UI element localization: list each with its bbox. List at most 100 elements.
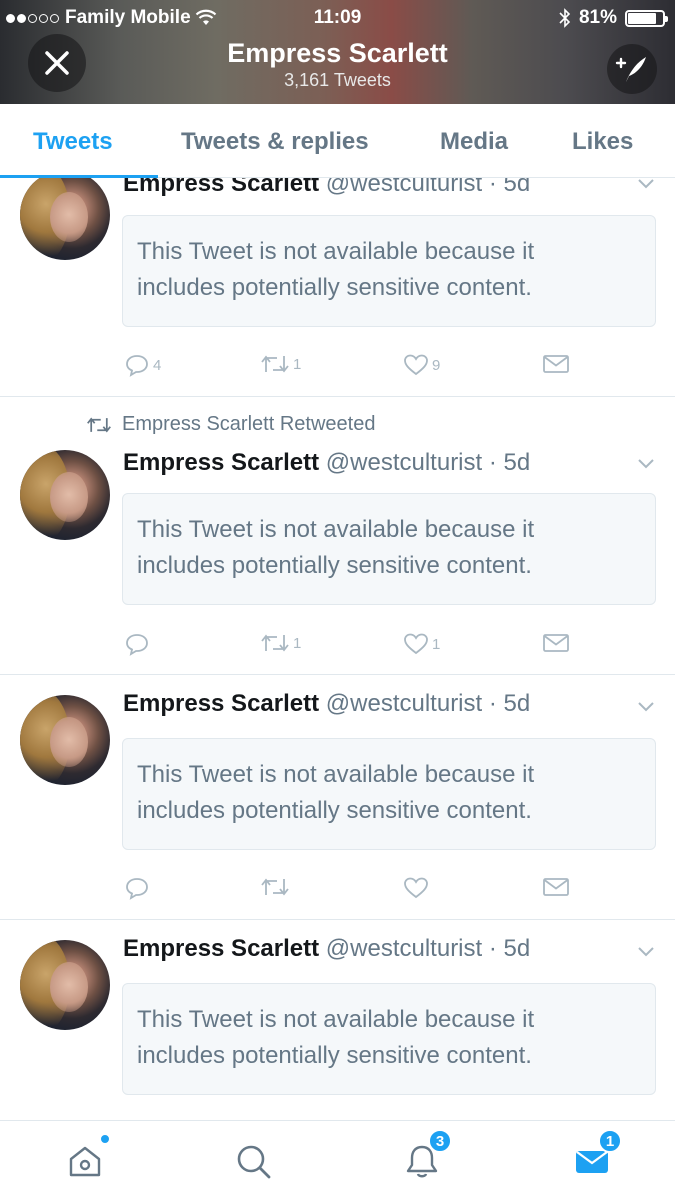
tweet-author-name[interactable]: Empress Scarlett — [123, 935, 319, 962]
retweet-action[interactable]: 1 — [260, 632, 301, 654]
reply-icon — [126, 634, 148, 656]
avatar[interactable] — [20, 695, 110, 785]
nav-messages[interactable]: 1 — [568, 1129, 622, 1185]
tweet-handle: @westculturist — [325, 178, 483, 197]
status-bar: Family Mobile 11:09 81% — [0, 0, 675, 36]
profile-tabs: Tweets Tweets & replies Media Likes — [0, 104, 675, 178]
sensitive-content-notice[interactable]: This Tweet is not available because it i… — [122, 738, 656, 850]
tweet-author-name[interactable]: Empress Scarlett — [123, 178, 319, 197]
notice-line: includes potentially sensitive content. — [137, 1042, 532, 1069]
new-content-dot — [99, 1133, 111, 1145]
tweet-time: 5d — [503, 178, 531, 197]
nav-search[interactable] — [229, 1137, 277, 1185]
chevron-down-icon[interactable] — [635, 178, 657, 194]
profile-name: Empress Scarlett — [227, 38, 448, 68]
avatar[interactable] — [20, 450, 110, 540]
tweet-handle: @westculturist — [325, 690, 483, 717]
reply-icon — [126, 878, 148, 900]
like-action[interactable]: 1 — [403, 632, 440, 656]
retweet-icon — [261, 634, 289, 652]
tab-media[interactable]: Media — [440, 128, 508, 156]
tweet[interactable]: Empress Scarlett @westculturist · 5d Thi… — [0, 675, 675, 920]
tab-tweets[interactable]: Tweets — [33, 128, 113, 156]
tweet-time: 5d — [503, 935, 531, 962]
tweet-author-name[interactable]: Empress Scarlett — [123, 449, 319, 476]
notice-line: includes potentially sensitive content. — [137, 797, 532, 824]
like-count: 1 — [432, 635, 441, 653]
sensitive-content-notice[interactable]: This Tweet is not available because it i… — [122, 983, 656, 1095]
retweet-icon — [261, 878, 289, 896]
retweet-action[interactable]: 1 — [260, 353, 301, 375]
tweet-time: 5d — [503, 690, 531, 717]
like-count: 9 — [432, 356, 441, 374]
profile-header: Family Mobile 11:09 81% Empress Scarlett… — [0, 0, 675, 104]
like-action[interactable] — [403, 876, 432, 900]
home-icon — [69, 1146, 101, 1177]
tweet-header: Empress Scarlett @westculturist · 5d — [123, 690, 530, 718]
tweet-header: Empress Scarlett @westculturist · 5d — [123, 449, 530, 477]
compose-tweet-button[interactable] — [607, 44, 657, 94]
notice-line: This Tweet is not available because it — [137, 1006, 535, 1033]
compose-quill-icon — [615, 57, 646, 82]
retweeted-by-text: Empress Scarlett Retweeted — [122, 413, 376, 435]
tweet-header: Empress Scarlett @westculturist · 5d — [123, 935, 530, 963]
notice-line: This Tweet is not available because it — [137, 516, 535, 543]
avatar[interactable] — [20, 178, 110, 260]
tweet[interactable]: Empress Scarlett @westculturist · 5d Thi… — [0, 920, 675, 1120]
search-icon — [237, 1145, 271, 1179]
notice-line: includes potentially sensitive content. — [137, 552, 532, 579]
heart-icon — [404, 354, 428, 376]
chevron-down-icon[interactable] — [635, 452, 657, 474]
avatar[interactable] — [20, 940, 110, 1030]
envelope-icon — [543, 634, 569, 652]
tweet-author-name[interactable]: Empress Scarlett — [123, 690, 319, 717]
tweet-handle: @westculturist — [325, 935, 483, 962]
tweet[interactable]: Empress Scarlett @westculturist · 5d Thi… — [0, 178, 675, 397]
sensitive-content-notice[interactable]: This Tweet is not available because it i… — [122, 493, 656, 605]
tweet-handle: @westculturist — [325, 449, 483, 476]
reply-action[interactable] — [124, 632, 153, 656]
bluetooth-icon — [559, 8, 571, 28]
tweet-time: 5d — [503, 449, 531, 476]
heart-icon — [404, 633, 428, 655]
bottom-tab-bar: 3 1 — [0, 1120, 675, 1200]
envelope-icon — [543, 878, 569, 896]
tweet-timeline: Empress Scarlett @westculturist · 5d Thi… — [0, 178, 675, 1120]
direct-message-action[interactable] — [542, 632, 570, 654]
nav-home[interactable] — [61, 1133, 111, 1185]
tweet-actions — [122, 876, 572, 906]
tweet-count: 3,161 Tweets — [284, 70, 391, 90]
reply-count: 4 — [153, 356, 162, 374]
retweet-count: 1 — [293, 355, 302, 373]
messages-badge: 1 — [598, 1129, 622, 1153]
sensitive-content-notice[interactable]: This Tweet is not available because it i… — [122, 215, 656, 327]
tweet-separator: · — [488, 178, 497, 197]
retweet-icon — [261, 355, 289, 373]
tweet-header: Empress Scarlett @westculturist · 5d — [123, 178, 530, 198]
battery-level — [628, 12, 656, 24]
like-action[interactable]: 9 — [403, 353, 440, 377]
chevron-down-icon[interactable] — [635, 940, 657, 962]
retweet-action[interactable] — [260, 876, 293, 898]
tweet-separator: · — [488, 449, 497, 476]
tab-likes[interactable]: Likes — [572, 128, 633, 156]
reply-action[interactable] — [124, 876, 153, 900]
tweet-actions: 4 1 9 — [122, 353, 572, 383]
status-right: 81% — [559, 7, 668, 29]
chevron-down-icon[interactable] — [635, 695, 657, 717]
tab-tweets-and-replies[interactable]: Tweets & replies — [181, 128, 369, 156]
battery-percent: 81% — [578, 7, 617, 28]
tweet-separator: · — [488, 690, 497, 717]
direct-message-action[interactable] — [542, 876, 570, 898]
notifications-badge: 3 — [428, 1129, 452, 1153]
notice-line: This Tweet is not available because it — [137, 238, 535, 265]
direct-message-action[interactable] — [542, 353, 570, 375]
reply-icon — [126, 355, 148, 377]
retweeted-by-line: Empress Scarlett Retweeted — [86, 413, 375, 436]
reply-action[interactable]: 4 — [124, 353, 161, 377]
battery-icon — [625, 9, 668, 27]
tweet-separator: · — [488, 935, 497, 962]
tweet[interactable]: Empress Scarlett Retweeted Empress Scarl… — [0, 397, 675, 675]
retweet-icon — [87, 417, 111, 432]
nav-notifications[interactable]: 3 — [398, 1129, 452, 1185]
